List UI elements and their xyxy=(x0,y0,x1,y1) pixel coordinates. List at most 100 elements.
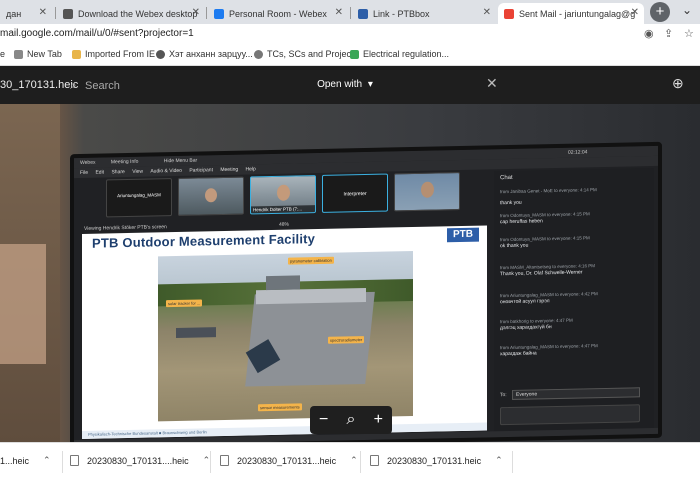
participant-tile[interactable] xyxy=(394,172,460,212)
close-tab-icon[interactable]: ✕ xyxy=(483,7,491,18)
image-viewer: Webex Meeting Info Hide Menu Bar 02:12:0… xyxy=(0,66,700,442)
chat-panel: Chat thank you from Janibaa Genet - MoE … xyxy=(494,167,654,432)
chat-message: from MASM_Altantsetseg to everyone: 4:16… xyxy=(500,263,596,278)
shared-slide: PTB Outdoor Measurement Facility PTB pyr… xyxy=(82,225,487,439)
chat-message: from Odontuya_MASM to everyone: 4:15 PM … xyxy=(500,211,590,226)
chat-to-label: To: xyxy=(500,392,507,399)
callout: sensor measurements xyxy=(258,403,302,412)
download-name: 20230830_170131....heic xyxy=(87,455,189,466)
close-icon[interactable]: ✕ xyxy=(486,75,498,92)
facility-photo: pyranometer calibration solar tracker fo… xyxy=(158,251,413,422)
callout: spectroradiometer xyxy=(328,336,365,344)
search-icon[interactable]: ⌕ xyxy=(70,78,77,93)
chevron-up-icon[interactable]: ⌃ xyxy=(350,455,358,466)
viewing-label: Viewing Hendrik Stöker PTB's screen xyxy=(84,224,167,232)
folder-icon xyxy=(72,49,81,59)
bookmark-item[interactable]: Хэт анханн зарцуу... xyxy=(156,49,253,59)
download-name: 20230830_170131...heic xyxy=(237,455,337,466)
chat-message: from Janibaa Genet - MoE to everyone: 4:… xyxy=(500,187,597,195)
zoom-reset-button[interactable]: ⌕ xyxy=(347,411,356,429)
tab-label: Link - PTBbox xyxy=(373,8,430,19)
chat-message: from Odontuya_MASM to everyone: 4:15 PM … xyxy=(500,235,590,250)
zoom-controls: − ⌕ + xyxy=(310,406,392,434)
chat-message: from Ariuntungalag_MASM to everyone: 4:4… xyxy=(500,291,598,306)
close-tab-icon[interactable]: ✕ xyxy=(192,7,200,18)
ptb-logo: PTB xyxy=(447,227,479,243)
chevron-up-icon[interactable]: ⌃ xyxy=(203,455,211,466)
globe-icon xyxy=(156,49,165,59)
address-bar: mail.google.com/mail/u/0/#sent?projector… xyxy=(0,24,700,44)
close-tab-icon[interactable]: ✕ xyxy=(39,7,47,18)
chat-recipient-select[interactable]: Everyone xyxy=(512,387,640,400)
participant-tile[interactable]: Ariuntungalag_MASM xyxy=(106,178,172,218)
chat-message: from Ariuntungalag_MASM to everyone: 4:4… xyxy=(500,343,598,358)
globe-icon xyxy=(14,49,23,59)
tab-label: дан xyxy=(6,8,22,19)
webex-icon xyxy=(214,8,224,19)
bookmark-item[interactable]: Imported From IE xyxy=(72,49,155,59)
participant-tile[interactable]: Hendrik Dolter PTB (7:... xyxy=(250,175,316,215)
caret-down-icon: ▾ xyxy=(367,79,373,90)
file-icon xyxy=(70,455,79,466)
chat-message: thank you xyxy=(500,199,522,207)
participant-tile[interactable] xyxy=(178,176,244,216)
zoom-out-button[interactable]: − xyxy=(319,411,328,429)
close-tab-icon[interactable]: ✕ xyxy=(631,7,639,18)
file-icon xyxy=(220,455,229,466)
download-item[interactable]: 1...heic ⌃ xyxy=(0,455,51,466)
bookmark-item[interactable]: TCs, SCs and Projec... xyxy=(254,49,359,59)
search-input[interactable]: Search xyxy=(85,80,120,92)
add-to-drive-icon[interactable]: ⊕ xyxy=(672,75,684,92)
chevron-up-icon[interactable]: ⌃ xyxy=(495,455,503,466)
tab-0[interactable]: дан ✕ xyxy=(0,3,52,24)
open-with-button[interactable]: Open with ▾ xyxy=(313,75,377,95)
tab-label: Personal Room - Webex xyxy=(229,8,327,19)
bookmark-item[interactable]: Electrical regulation... xyxy=(350,49,449,59)
bookmark-item[interactable]: e xyxy=(0,49,5,59)
new-tab-button[interactable]: + xyxy=(650,2,670,22)
chat-message: from batkhorig to everyone: 4:47 PM дэлг… xyxy=(500,317,573,332)
tab-1[interactable]: Download the Webex desktop ✕ xyxy=(57,3,205,24)
close-tab-icon[interactable]: ✕ xyxy=(335,7,343,18)
callout: pyranometer calibration xyxy=(288,256,334,265)
chat-header: Chat xyxy=(500,174,513,182)
download-name: 1...heic xyxy=(0,455,30,466)
doc-icon xyxy=(350,49,359,59)
participant-tile[interactable]: Interpreter xyxy=(322,173,388,213)
download-item[interactable]: 20230830_170131...heic ⌃ xyxy=(220,455,358,466)
viewer-toolbar: 30_170131.heic ⌕ Search Open with ▾ ✕ ⊕ xyxy=(0,66,700,104)
slide-title: PTB Outdoor Measurement Facility xyxy=(92,231,316,251)
bookmark-item[interactable]: New Tab xyxy=(14,49,62,59)
star-icon[interactable]: ☆ xyxy=(684,27,694,40)
zoom-level[interactable]: 48% xyxy=(279,222,289,228)
tab-3[interactable]: Link - PTBbox ✕ xyxy=(352,3,496,24)
tab-label: Sent Mail - jariuntungalag@g xyxy=(519,8,636,19)
browser-tab-bar: дан ✕ Download the Webex desktop ✕ Perso… xyxy=(0,0,700,24)
downloads-bar: 1...heic ⌃ 20230830_170131....heic ⌃ 202… xyxy=(0,442,700,480)
download-name: 20230830_170131.heic xyxy=(387,455,482,466)
globe-icon xyxy=(254,49,263,59)
download-item[interactable]: 20230830_170131.heic ⌃ xyxy=(370,455,503,466)
zoom-in-button[interactable]: + xyxy=(374,411,383,429)
meeting-timer: 02:12:04 xyxy=(568,149,588,156)
url-field[interactable]: mail.google.com/mail/u/0/#sent?projector… xyxy=(0,28,194,39)
chevron-down-icon[interactable]: ⌄ xyxy=(682,3,692,17)
webex-screen: Webex Meeting Info Hide Menu Bar 02:12:0… xyxy=(74,145,658,442)
eye-icon[interactable]: ◉ xyxy=(644,27,654,40)
file-name: 30_170131.heic xyxy=(0,79,79,91)
gmail-icon xyxy=(504,8,514,19)
share-icon[interactable]: ⇪ xyxy=(664,27,673,40)
callout: solar tracker for ... xyxy=(166,299,203,308)
chevron-up-icon[interactable]: ⌃ xyxy=(43,455,51,466)
monitor: Webex Meeting Info Hide Menu Bar 02:12:0… xyxy=(70,141,662,442)
tab-4[interactable]: Sent Mail - jariuntungalag@g ✕ xyxy=(498,3,644,24)
ptbbox-icon xyxy=(358,8,368,19)
download-item[interactable]: 20230830_170131....heic ⌃ xyxy=(70,455,210,466)
tab-label: Download the Webex desktop xyxy=(78,8,198,19)
file-icon xyxy=(370,455,379,466)
bookmarks-bar: e New Tab Imported From IE Хэт анханн за… xyxy=(0,44,700,66)
tab-2[interactable]: Personal Room - Webex ✕ xyxy=(208,3,348,24)
webex-icon xyxy=(63,8,73,19)
chat-input[interactable] xyxy=(500,404,640,426)
photo: Webex Meeting Info Hide Menu Bar 02:12:0… xyxy=(0,104,700,442)
